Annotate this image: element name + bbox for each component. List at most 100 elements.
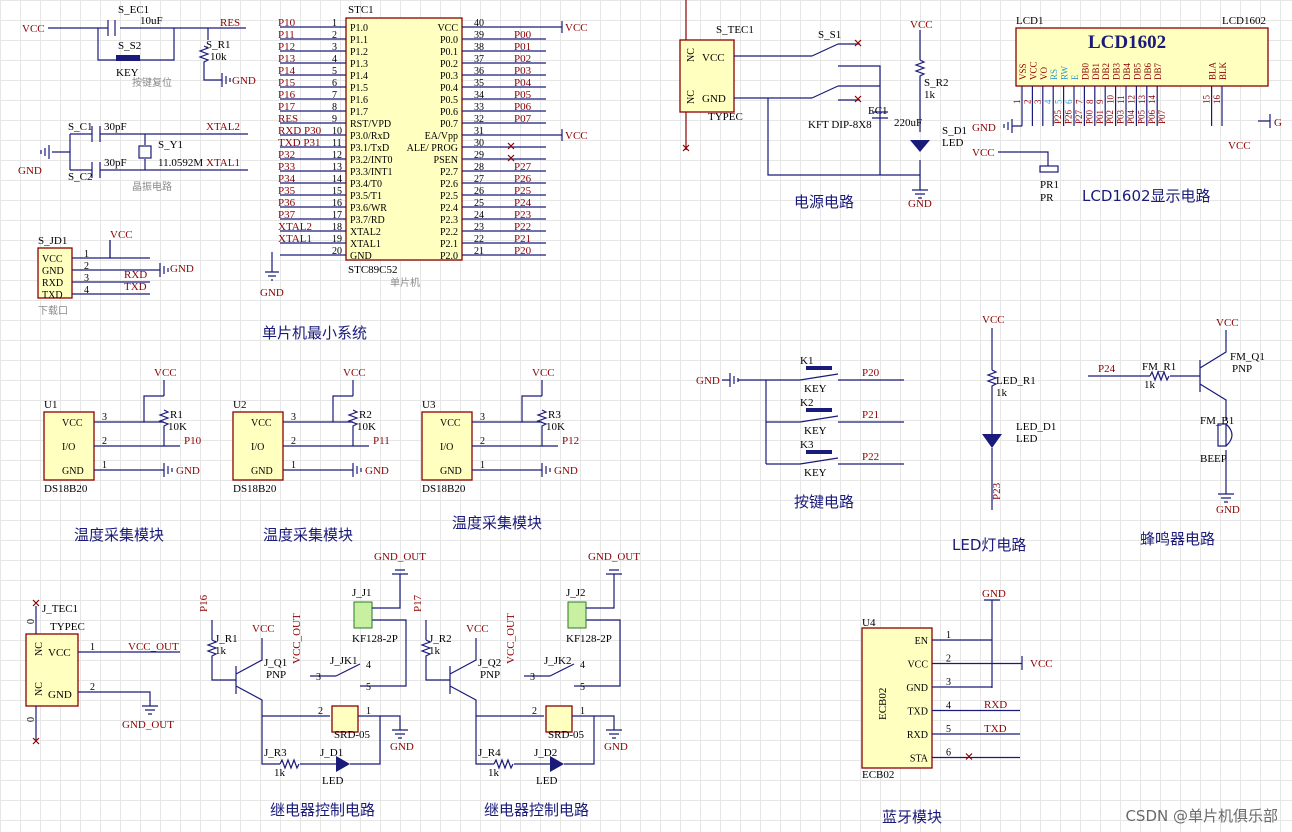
relay-circuit: P16J_R11kVCCJ_Q1PNPVCC_OUT2 1GNDSRD-05J_J… bbox=[198, 551, 426, 819]
ds-vcc: VCC bbox=[343, 367, 366, 379]
header-vcc-label: VCC bbox=[110, 229, 133, 241]
mcu-left-pin-name: RST/VPD bbox=[350, 119, 391, 130]
header-pin-name: VCC bbox=[42, 254, 63, 265]
mcu-left-net: P15 bbox=[278, 77, 296, 89]
mcu-left-pin-name: XTAL1 bbox=[350, 239, 381, 250]
ds-r-value: 10K bbox=[546, 421, 565, 433]
relay-net: P16 bbox=[198, 594, 210, 612]
crystal-caption: 晶振电路 bbox=[132, 180, 172, 193]
mcu-left-pin-num: 14 bbox=[332, 174, 342, 185]
power-vcc-pin: VCC bbox=[702, 52, 725, 64]
ds-pin-name: VCC bbox=[251, 418, 272, 429]
lcd-pin-net: P07 bbox=[1157, 109, 1167, 124]
lcd-name: LCD1602 bbox=[1222, 15, 1266, 27]
power-gnd-label: GND bbox=[908, 198, 932, 210]
title-relay1: 继电器控制电路 bbox=[270, 801, 375, 819]
title-temp3: 温度采集模块 bbox=[452, 514, 542, 532]
mcu-gnd-label: GND bbox=[260, 287, 284, 299]
relay-gnd: GND bbox=[604, 741, 628, 753]
key-ref: K2 bbox=[800, 397, 813, 409]
crystal-c2-ref: S_C2 bbox=[68, 171, 92, 183]
mcu-right-net: P21 bbox=[514, 233, 531, 245]
mcu-left-net: P36 bbox=[278, 197, 296, 209]
lcd-pin-net: P01 bbox=[1095, 110, 1105, 124]
mcu-right-pin-num: 31 bbox=[474, 126, 484, 137]
bt-module bbox=[861, 627, 933, 769]
buzzer-vcc-label: VCC bbox=[1216, 317, 1239, 329]
mcu-right-pin-name: P2.2 bbox=[440, 227, 458, 238]
header-gnd-label: GND bbox=[170, 263, 194, 275]
reset-gnd-label: GND bbox=[232, 75, 256, 87]
mcu-left-pin-num: 12 bbox=[332, 150, 342, 161]
mcu-left-net: P34 bbox=[278, 173, 296, 185]
title-keys: 按键电路 bbox=[794, 493, 854, 511]
relay-jk-ref: J_JK1 bbox=[330, 655, 358, 667]
mcu-right-pin-num: 27 bbox=[474, 174, 484, 185]
header-caption: 下载口 bbox=[38, 305, 68, 317]
crystal-ref: S_Y1 bbox=[158, 139, 183, 151]
bt-pin-name: GND bbox=[906, 683, 928, 694]
title-bt: 蓝牙模块 bbox=[882, 808, 942, 826]
ds18b20-module: U3 VCC 3 I/O 2 GND 1 DS18B20 VCC R310K P12 GND 温度采集模… bbox=[421, 367, 579, 532]
lcd-pin-num: 16 bbox=[1212, 95, 1222, 105]
mcu-right-pin-num: 33 bbox=[474, 102, 484, 113]
header-txd-net: TXD bbox=[124, 281, 147, 293]
ds-pin-name: VCC bbox=[440, 418, 461, 429]
ds-r-ref: R1 bbox=[170, 409, 183, 421]
relay-r3-value: 1k bbox=[488, 767, 500, 779]
mcu-right-net: P03 bbox=[514, 65, 532, 77]
jtec-pin1: 1 bbox=[90, 642, 95, 653]
jtec-connector: J_TEC1 TYPEC NC NC VCC GND 1 2 VCC_OUT G… bbox=[25, 599, 180, 745]
mcu-right-pin-name: P0.5 bbox=[440, 95, 458, 106]
reset-resistor-ref: S_R1 bbox=[206, 39, 230, 51]
led-r-value: 1k bbox=[996, 387, 1008, 399]
lcd-vcc-label: VCC bbox=[972, 147, 995, 159]
mcu-right-pin-num: 30 bbox=[474, 138, 484, 149]
crystal-c1-value: 30pF bbox=[104, 121, 127, 133]
crystal-circuit: GND S_C1 30pF S_C2 30pF S_Y1 11.0592M XT… bbox=[18, 121, 248, 193]
crystal-value: 11.0592M bbox=[158, 157, 203, 169]
bt-pin-num: 6 bbox=[946, 748, 951, 759]
mcu-left-pin-name: P3.5/T1 bbox=[350, 191, 382, 202]
mcu-right-pin-num: 23 bbox=[474, 222, 484, 233]
ds-pin-name: I/O bbox=[440, 442, 453, 453]
buzzer-q-type: PNP bbox=[1232, 363, 1252, 375]
mcu-left-pin-num: 11 bbox=[332, 138, 342, 149]
key-circuit: GND K1 KEY P20 K2 KEY P21 K3 KEY P22 按键电路 bbox=[696, 355, 904, 511]
key-value: KEY bbox=[804, 425, 827, 437]
mcu-right-pin-name: VCC bbox=[437, 23, 458, 34]
mcu-right-net: VCC bbox=[565, 22, 588, 34]
lcd-pin-name: VO bbox=[1039, 67, 1049, 80]
ds18b20-module: U1 VCC 3 I/O 2 GND 1 DS18B20 VCC R110K P10 GND 温度采集模… bbox=[43, 367, 202, 544]
header-pin-name: TXD bbox=[42, 290, 63, 301]
mcu-left-pin-name: P3.0/RxD bbox=[350, 131, 390, 142]
mcu-left-pin-num: 7 bbox=[332, 90, 337, 101]
lcd-pot-ref: PR1 bbox=[1040, 179, 1059, 191]
header-pin-name: RXD bbox=[42, 278, 63, 289]
title-temp2: 温度采集模块 bbox=[263, 526, 353, 544]
mcu-right-net: P02 bbox=[514, 53, 531, 65]
bt-pin-name: TXD bbox=[907, 707, 928, 718]
lcd-pin-num: 11 bbox=[1116, 95, 1126, 104]
mcu-right-net: P05 bbox=[514, 89, 532, 101]
key-value: KEY bbox=[804, 467, 827, 479]
lcd-pot bbox=[1039, 165, 1059, 173]
mcu-right-pin-name: P0.3 bbox=[440, 71, 458, 82]
mcu-right-pin-name: PSEN bbox=[434, 155, 458, 166]
title-led: LED灯电路 bbox=[952, 536, 1026, 554]
mcu-right-pin-num: 38 bbox=[474, 42, 484, 53]
mcu-left-pin-num: 3 bbox=[332, 42, 337, 53]
lcd-pin-name: E bbox=[1070, 74, 1080, 80]
watermark: CSDN @单片机俱乐部 bbox=[1125, 807, 1278, 825]
relay-jk-ref: J_JK2 bbox=[544, 655, 572, 667]
ds-net: P10 bbox=[184, 435, 202, 447]
ds-r-value: 10K bbox=[168, 421, 187, 433]
ds18b20-module: U2 VCC 3 I/O 2 GND 1 DS18B20 VCC R210K P11 GND 温度采集模… bbox=[232, 367, 390, 544]
mcu-left-net: XTAL1 bbox=[278, 233, 312, 245]
mcu-left-net: P33 bbox=[278, 161, 296, 173]
bt-pin-num: 2 bbox=[946, 654, 951, 665]
mcu-left-pin-name: P1.6 bbox=[350, 95, 368, 106]
mcu-right-pin-name: P2.1 bbox=[440, 239, 458, 250]
lcd-pin-name: RW bbox=[1060, 65, 1070, 80]
relay-pin-4: 4 bbox=[366, 660, 371, 671]
